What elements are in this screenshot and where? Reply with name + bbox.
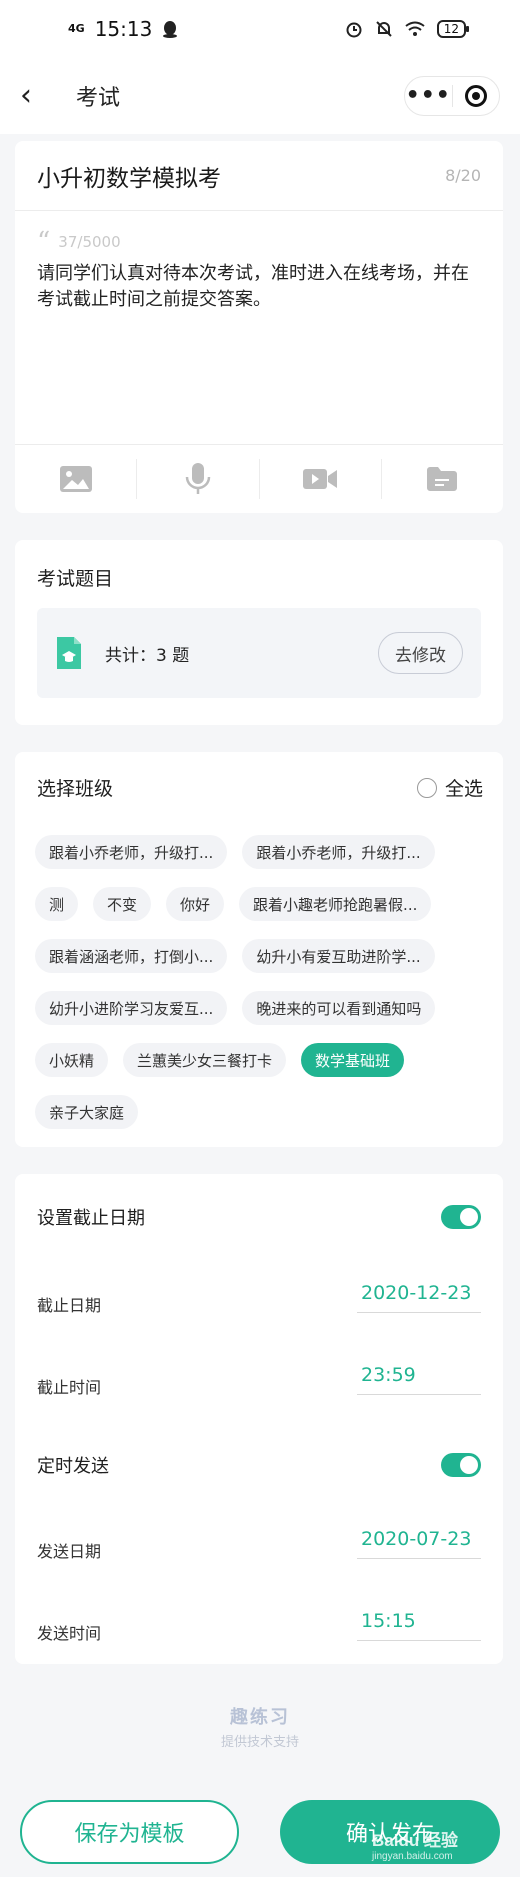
image-icon — [59, 465, 92, 492]
class-section-title: 选择班级 — [37, 778, 114, 800]
mini-program-capsule: ••• — [404, 76, 500, 116]
mute-bell-icon — [376, 21, 392, 37]
microphone-icon — [185, 462, 211, 494]
exam-description[interactable]: 请同学们认真对待本次考试，准时进入在线考场，并在考试截止时间之前提交答案。 — [37, 261, 481, 313]
deadline-time-picker[interactable]: 23:59 — [357, 1364, 481, 1395]
class-tag[interactable]: 跟着小乔老师，升级打... — [242, 835, 435, 869]
class-tag[interactable]: 不变 — [93, 887, 152, 921]
class-tag[interactable]: 幼升小进阶学习友爱互... — [35, 991, 228, 1025]
select-all-toggle[interactable]: 全选 — [416, 774, 483, 801]
send-time-picker[interactable]: 15:15 — [357, 1610, 481, 1641]
insert-file-button[interactable] — [380, 458, 503, 499]
schedule-settings-card: 设置截止日期 截止日期 2020-12-23 截止时间 23:59 定时发送 发… — [15, 1174, 503, 1664]
more-button[interactable]: ••• — [405, 77, 452, 115]
select-all-label: 全选 — [444, 778, 483, 800]
insert-image-button[interactable] — [15, 459, 136, 499]
back-arrow-icon[interactable]: ‹ — [20, 81, 56, 111]
watermark-main: Baidu 经验 — [372, 1831, 458, 1850]
class-selection-card: 选择班级 全选 跟着小乔老师，升级打... 跟着小乔老师，升级打... 测不变 你好跟… — [15, 752, 503, 1147]
class-tag[interactable]: 亲子大家庭 — [35, 1095, 139, 1129]
class-tag[interactable]: 跟着涵涵老师，打倒小... — [35, 939, 228, 973]
class-tag[interactable]: 跟着小趣老师抢跑暑假... — [239, 887, 432, 921]
signal-icon: 4G — [68, 22, 85, 35]
status-bar: 4G 15:13 12 — [0, 0, 520, 58]
select-all-radio[interactable] — [416, 777, 437, 798]
battery-icon: 12 — [436, 20, 470, 38]
deadline-date-picker[interactable]: 2020-12-23 — [357, 1282, 481, 1313]
send-date-row: 发送日期 2020-07-23 — [37, 1524, 481, 1562]
deadline-time-row: 截止时间 23:59 — [37, 1360, 481, 1398]
class-tag[interactable]: 测 — [35, 887, 79, 921]
deadline-date-label: 截止日期 — [37, 1296, 102, 1315]
schedule-toggle-label: 定时发送 — [37, 1456, 109, 1477]
page-title: 考试 — [76, 86, 121, 111]
deadline-date-row: 截止日期 2020-12-23 — [37, 1278, 481, 1316]
attachment-toolbar — [15, 444, 503, 512]
quote-icon: “ — [37, 227, 51, 257]
class-tag[interactable]: 你好 — [166, 887, 225, 921]
watermark-sub: jingyan.baidu.com — [372, 1851, 453, 1862]
video-icon — [303, 468, 338, 489]
more-dots-icon: ••• — [405, 83, 451, 108]
class-tag[interactable]: 晚进来的可以看到通知吗 — [242, 991, 436, 1025]
target-icon — [464, 85, 487, 107]
wifi-icon — [405, 21, 425, 36]
questions-summary: 共计：3 题 去修改 — [37, 608, 481, 698]
class-tag[interactable]: 兰蕙美少女三餐打卡 — [123, 1043, 287, 1077]
nav-bar: ‹ 考试 ••• — [0, 58, 520, 134]
class-tag[interactable]: 跟着小乔老师，升级打... — [35, 835, 228, 869]
question-total: 共计：3 题 — [105, 645, 190, 666]
class-tag[interactable]: 幼升小有爱互助进阶学... — [242, 939, 435, 973]
close-mini-program-button[interactable] — [453, 77, 500, 115]
class-tag-list: 跟着小乔老师，升级打... 跟着小乔老师，升级打... 测不变 你好 跟着小趣老师抢跑暑… — [35, 835, 483, 1129]
status-time: 15:13 — [94, 17, 153, 41]
edit-questions-button[interactable]: 去修改 — [378, 632, 463, 674]
send-time-label: 发送时间 — [37, 1624, 102, 1643]
brand-name: 趣练习 — [230, 1707, 290, 1728]
send-time-row: 发送时间 15:15 — [37, 1606, 481, 1644]
insert-audio-button[interactable] — [136, 458, 258, 499]
qq-icon — [163, 21, 178, 38]
save-as-template-button[interactable]: 保存为模板 — [20, 1800, 239, 1864]
class-tag[interactable]: 数学基础班 — [301, 1043, 405, 1077]
folder-icon — [427, 466, 458, 491]
exam-questions-card: 考试题目 共计：3 题 去修改 — [15, 540, 503, 725]
exam-title[interactable]: 小升初数学模拟考 — [37, 159, 221, 193]
deadline-toggle-label: 设置截止日期 — [37, 1208, 145, 1229]
description-char-count: 37/5000 — [58, 233, 121, 251]
exam-description-field[interactable]: “ 37/5000 请同学们认真对待本次考试，准时进入在线考场，并在考试截止时间… — [15, 211, 503, 444]
schedule-toggle-row: 定时发送 — [37, 1452, 481, 1478]
brand-footer: 趣练习 提供技术支持 — [0, 1703, 520, 1750]
deadline-switch[interactable] — [441, 1205, 481, 1229]
exam-paper-icon — [57, 637, 81, 669]
title-char-count: 8/20 — [445, 166, 481, 185]
brand-subtitle: 提供技术支持 — [220, 1735, 299, 1750]
exam-title-field[interactable]: 小升初数学模拟考 8/20 — [15, 141, 503, 211]
questions-section-title: 考试题目 — [37, 568, 114, 590]
exam-info-card: 小升初数学模拟考 8/20 “ 37/5000 请同学们认真对待本次考试，准时进… — [15, 141, 503, 513]
insert-video-button[interactable] — [258, 458, 381, 499]
deadline-toggle-row: 设置截止日期 — [37, 1204, 481, 1230]
deadline-time-label: 截止时间 — [37, 1378, 102, 1397]
baidu-watermark: Baidu 经验 jingyan.baidu.com — [372, 1826, 458, 1862]
class-tag[interactable]: 小妖精 — [35, 1043, 109, 1077]
alarm-icon — [346, 22, 362, 38]
schedule-switch[interactable] — [441, 1453, 481, 1477]
send-date-label: 发送日期 — [37, 1542, 102, 1561]
send-date-picker[interactable]: 2020-07-23 — [357, 1528, 481, 1559]
